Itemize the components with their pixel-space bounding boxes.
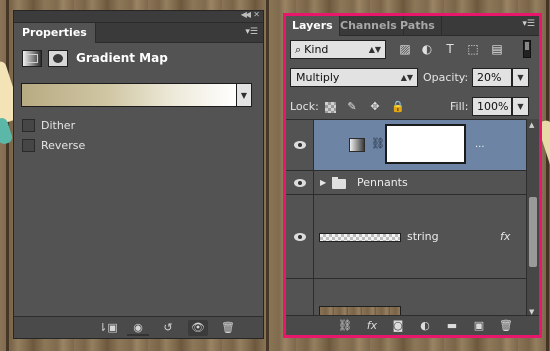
- lock-pixels-icon[interactable]: ✎: [345, 100, 359, 114]
- scrollbar-thumb[interactable]: [529, 197, 537, 267]
- panel-menu-icon[interactable]: ▾☰: [522, 19, 535, 29]
- filter-kind-value: Kind: [304, 43, 329, 56]
- tab-paths[interactable]: Paths: [394, 16, 442, 36]
- delete-icon[interactable]: 🗑: [218, 320, 238, 336]
- link-icon[interactable]: ⛓: [371, 137, 385, 150]
- eye-icon[interactable]: [294, 233, 306, 241]
- gradient-preview[interactable]: [21, 83, 237, 107]
- smart-object-filter-icon[interactable]: ▤: [490, 42, 504, 56]
- delete-layer-icon[interactable]: 🗑: [498, 318, 514, 334]
- layers-tab-bar: Layers Channels Paths ▾☰: [286, 16, 539, 36]
- adjustment-layer-icon[interactable]: ◐: [417, 318, 433, 334]
- reverse-checkbox[interactable]: Reverse: [22, 139, 85, 152]
- visibility-column: [286, 171, 314, 194]
- wood-plank-gap: [6, 0, 9, 351]
- link-layers-icon[interactable]: ⛓: [337, 318, 353, 334]
- fill-label: Fill:: [450, 100, 469, 113]
- adjustment-thumbnail[interactable]: [349, 138, 365, 152]
- tab-layers[interactable]: Layers: [286, 16, 340, 36]
- opacity-input[interactable]: 20%: [472, 68, 512, 87]
- tab-properties[interactable]: Properties: [14, 23, 96, 43]
- adjustment-filter-icon[interactable]: ◐: [420, 42, 434, 56]
- lock-transparent-icon[interactable]: [325, 102, 336, 113]
- opacity-dropdown[interactable]: ▼: [512, 68, 529, 87]
- properties-tab-bar: Properties ▾☰: [14, 23, 263, 43]
- adjustment-title: Gradient Map: [76, 51, 168, 65]
- fx-icon[interactable]: fx: [364, 318, 380, 334]
- wood-plank-gap: [546, 0, 549, 351]
- mask-icon[interactable]: [48, 49, 68, 67]
- fx-indicator[interactable]: fx: [500, 230, 510, 243]
- panel-menu-icon[interactable]: ▾☰: [245, 27, 258, 37]
- close-icon[interactable]: ✕: [253, 10, 260, 19]
- layer-gradient-map[interactable]: ⛓ ...: [286, 120, 526, 171]
- lock-position-icon[interactable]: ✥: [368, 100, 382, 114]
- properties-footer: ⇂▣ ◉ ↺ 👁 🗑: [14, 316, 263, 338]
- layers-panel: Layers Channels Paths ▾☰ ⌕ Kind ▲▼ ▨ ◐ T…: [283, 13, 542, 338]
- clip-to-layer-icon[interactable]: ⇂▣: [98, 320, 118, 336]
- filter-kind-select[interactable]: ⌕ Kind ▲▼: [290, 40, 386, 59]
- wood-plank-gap: [266, 0, 269, 351]
- dither-label: Dither: [41, 119, 76, 132]
- type-filter-icon[interactable]: T: [443, 42, 457, 56]
- folder-icon: [332, 177, 346, 189]
- reverse-label: Reverse: [41, 139, 86, 152]
- lock-all-icon[interactable]: 🔒: [391, 100, 405, 114]
- collapse-icon[interactable]: ◀◀: [241, 10, 251, 19]
- layer-name: string: [407, 230, 439, 243]
- scroll-up-icon[interactable]: ▲: [529, 121, 534, 129]
- new-group-icon[interactable]: ▬: [444, 318, 460, 334]
- blend-mode-select[interactable]: Multiply ▲▼: [290, 68, 418, 87]
- properties-header: Gradient Map: [22, 47, 168, 69]
- layer-thumbnail[interactable]: [319, 233, 401, 242]
- more-indicator: ...: [475, 139, 485, 150]
- eye-icon[interactable]: [294, 179, 306, 187]
- fill-dropdown[interactable]: ▼: [512, 97, 529, 116]
- shape-filter-icon[interactable]: ⬚: [466, 42, 480, 56]
- lock-label: Lock:: [290, 100, 319, 113]
- visibility-column: [286, 279, 314, 318]
- panel-titlebar[interactable]: ◀◀ ✕: [14, 10, 263, 23]
- reset-icon[interactable]: ↺: [158, 320, 178, 336]
- dither-checkbox[interactable]: Dither: [22, 119, 75, 132]
- adjustment-icon[interactable]: [22, 49, 42, 67]
- chevron-updown-icon: ▲▼: [368, 45, 381, 54]
- resize-grip[interactable]: [127, 334, 149, 336]
- layers-footer: ⛓ fx ◙ ◐ ▬ ▣ 🗑: [286, 315, 539, 335]
- visibility-icon[interactable]: 👁: [188, 320, 208, 336]
- properties-panel: ◀◀ ✕ Properties ▾☰ Gradient Map ▼ Dither…: [13, 10, 264, 339]
- blend-mode-value: Multiply: [296, 71, 340, 84]
- opacity-label: Opacity:: [423, 71, 469, 84]
- layer-wood[interactable]: [286, 279, 526, 318]
- search-icon: ⌕: [295, 42, 302, 56]
- layer-string[interactable]: string fx: [286, 195, 526, 279]
- new-layer-icon[interactable]: ▣: [471, 318, 487, 334]
- layers-scrollbar[interactable]: ▲ ▼: [526, 119, 539, 318]
- add-mask-icon[interactable]: ◙: [390, 318, 406, 334]
- filter-toggle[interactable]: [523, 40, 531, 58]
- pennant-decoration: [0, 116, 14, 146]
- expand-triangle-icon[interactable]: ▶: [320, 178, 326, 187]
- pixel-filter-icon[interactable]: ▨: [398, 42, 412, 56]
- visibility-column: [286, 120, 314, 170]
- layer-name: Pennants: [357, 176, 408, 189]
- layers-list: ⛓ ... ▶ Pennants string fx: [286, 119, 526, 318]
- visibility-column: [286, 195, 314, 278]
- reverse-checkbox-box[interactable]: [22, 139, 35, 152]
- gradient-picker-dropdown[interactable]: ▼: [237, 83, 252, 107]
- layer-group-pennants[interactable]: ▶ Pennants: [286, 171, 526, 195]
- dither-checkbox-box[interactable]: [22, 119, 35, 132]
- layer-mask-thumbnail[interactable]: [385, 124, 466, 164]
- chevron-updown-icon: ▲▼: [400, 73, 413, 82]
- fill-input[interactable]: 100%: [472, 97, 512, 116]
- eye-icon[interactable]: [294, 141, 306, 149]
